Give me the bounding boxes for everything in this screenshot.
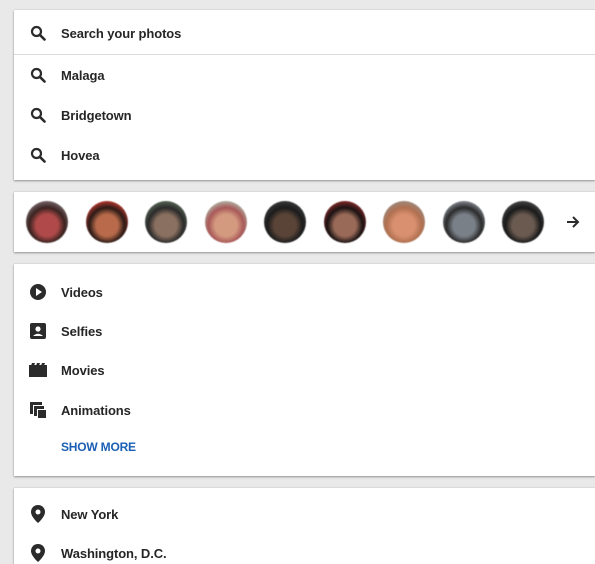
search-icon bbox=[28, 145, 48, 165]
suggestion-item-malaga[interactable]: Malaga bbox=[14, 55, 595, 95]
type-label: Selfies bbox=[61, 323, 103, 339]
place-label: Washington, D.C. bbox=[61, 545, 167, 561]
person-avatar[interactable] bbox=[502, 201, 544, 243]
type-label: Animations bbox=[61, 402, 131, 418]
photos-search-page: Search your photos Malaga Bridgetown Hov… bbox=[0, 0, 595, 564]
person-avatar[interactable] bbox=[264, 201, 306, 243]
place-pin-icon bbox=[28, 543, 48, 563]
suggestion-item-bridgetown[interactable]: Bridgetown bbox=[14, 95, 595, 135]
people-card bbox=[14, 192, 595, 252]
type-item-movies[interactable]: Movies bbox=[14, 350, 595, 390]
person-avatar[interactable] bbox=[204, 201, 247, 243]
show-more-button[interactable]: SHOW MORE bbox=[61, 440, 136, 454]
place-label: New York bbox=[61, 506, 119, 522]
suggestion-label: Bridgetown bbox=[61, 107, 132, 123]
type-label: Videos bbox=[61, 284, 103, 300]
portrait-icon bbox=[28, 321, 48, 341]
person-avatar[interactable] bbox=[85, 201, 128, 243]
media-types-card: Videos Selfies Movies Animations SHOW MO… bbox=[14, 264, 595, 476]
search-icon bbox=[28, 23, 48, 43]
type-item-videos[interactable]: Videos bbox=[14, 272, 595, 312]
place-item-washington[interactable]: Washington, D.C. bbox=[14, 533, 595, 564]
place-pin-icon bbox=[28, 504, 48, 524]
places-card: New York Washington, D.C. bbox=[14, 488, 595, 564]
search-icon bbox=[28, 65, 48, 85]
person-avatar[interactable] bbox=[145, 201, 187, 243]
person-avatar[interactable] bbox=[26, 201, 68, 243]
animation-stack-icon bbox=[28, 400, 48, 420]
type-item-selfies[interactable]: Selfies bbox=[14, 311, 595, 351]
suggestion-label: Malaga bbox=[61, 67, 105, 83]
suggestion-label: Hovea bbox=[61, 147, 100, 163]
search-card: Search your photos Malaga Bridgetown Hov… bbox=[14, 10, 595, 180]
search-input[interactable]: Search your photos bbox=[61, 26, 181, 41]
person-avatar[interactable] bbox=[442, 201, 485, 243]
type-item-animations[interactable]: Animations bbox=[14, 390, 595, 430]
film-icon bbox=[28, 360, 48, 380]
suggestion-item-hovea[interactable]: Hovea bbox=[14, 135, 595, 175]
type-label: Movies bbox=[61, 362, 105, 378]
arrow-right-icon[interactable] bbox=[561, 210, 585, 234]
person-avatar[interactable] bbox=[323, 201, 366, 243]
search-bar[interactable]: Search your photos bbox=[14, 13, 595, 53]
place-item-new-york[interactable]: New York bbox=[14, 494, 595, 534]
play-circle-icon bbox=[28, 282, 48, 302]
person-avatar[interactable] bbox=[383, 201, 425, 243]
search-icon bbox=[28, 105, 48, 125]
